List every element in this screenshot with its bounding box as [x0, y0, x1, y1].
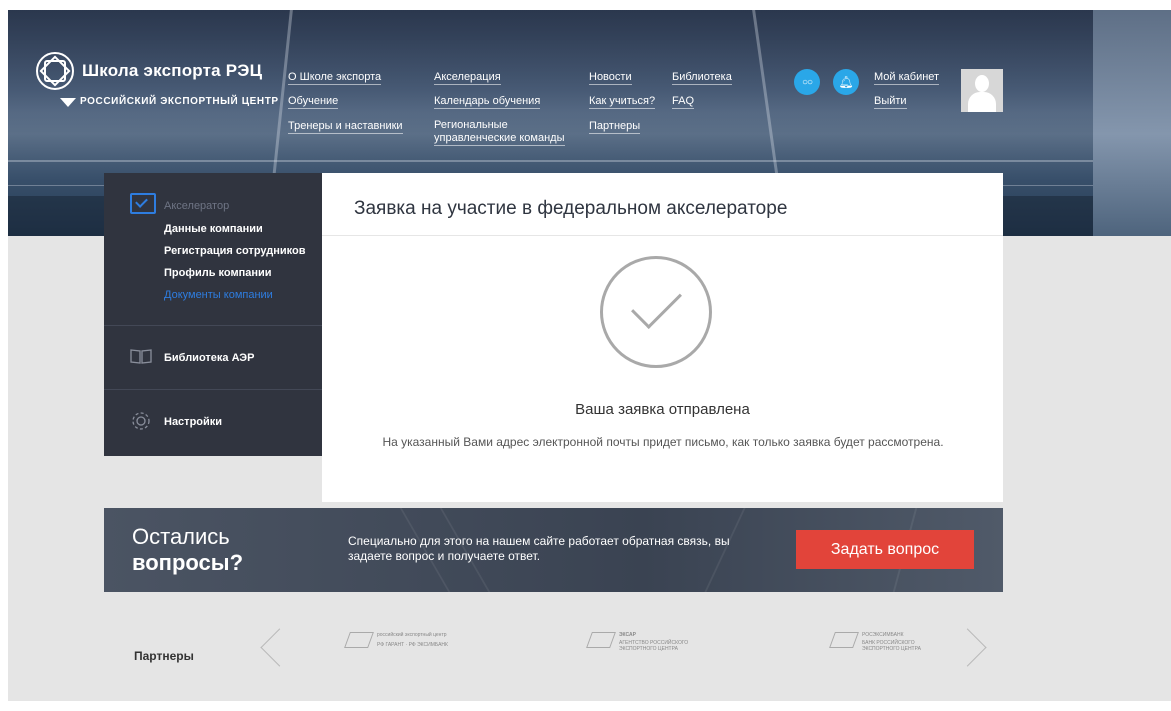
nav-trainers[interactable]: Тренеры и наставники	[288, 119, 403, 134]
nav-regional-teams[interactable]: Региональные управленческие команды	[434, 119, 565, 146]
partner-exiar-mark	[586, 632, 616, 648]
checkbox-icon	[130, 193, 156, 214]
avatar[interactable]	[961, 69, 1003, 112]
questions-text: Специально для этого на нашем сайте рабо…	[348, 534, 730, 563]
glasses-button[interactable]: ○○	[794, 69, 820, 95]
book-icon	[130, 349, 152, 364]
partner-rec-mark	[344, 632, 374, 648]
sidebar-item-employee-registration[interactable]: Регистрация сотрудников	[164, 245, 305, 257]
nav-library[interactable]: Библиотека	[672, 70, 732, 85]
partner-rec-sub: РФ ГАРАНТ · РФ ЭКСИМБАНК	[377, 642, 448, 648]
nav-about[interactable]: О Школе экспорта	[288, 70, 382, 85]
nav-partners[interactable]: Партнеры	[589, 119, 641, 134]
sidebar-item-company-data[interactable]: Данные компании	[164, 223, 263, 235]
notifications-button[interactable]: 🔔︎	[833, 69, 859, 95]
status-title: Ваша заявка отправлена	[575, 401, 750, 418]
page-title: Заявка на участие в федеральном акселера…	[354, 198, 788, 219]
success-check-icon	[600, 256, 712, 368]
partner-logo-rec[interactable]: российский экспортный центр РФ ГАРАНТ · …	[344, 632, 448, 672]
header-hero-extension	[1093, 10, 1171, 236]
partner-exiar-sub: АГЕНТСТВО РОССИЙСКОГО ЭКСПОРТНОГО ЦЕНТРА	[619, 640, 689, 652]
sidebar-library-section[interactable]: Библиотека АЭР	[104, 325, 322, 390]
sidebar-settings-section[interactable]: Настройки	[104, 390, 322, 456]
globe-icon	[36, 52, 74, 90]
brand-logo[interactable]: Школа экспорта РЭЦ	[36, 52, 262, 90]
ask-question-button[interactable]: Задать вопрос	[796, 530, 974, 569]
status-text: На указанный Вами адрес электронной почт…	[382, 435, 944, 449]
partners-section: Партнеры российский экспортный центр РФ …	[104, 610, 1003, 700]
brand-subtitle: РОССИЙСКИЙ ЭКСПОРТНЫЙ ЦЕНТР	[80, 96, 279, 107]
account-link[interactable]: Мой кабинет	[874, 70, 940, 85]
nav-calendar[interactable]: Календарь обучения	[434, 94, 541, 109]
nav-regional-teams-line2: управленческие команды	[434, 132, 565, 144]
partner-roseximbank-sub: БАНК РОССИЙСКОГО ЭКСПОРТНОГО ЦЕНТРА	[862, 640, 921, 652]
partners-label: Партнеры	[134, 649, 194, 663]
avatar-body	[968, 92, 996, 112]
sidebar-item-settings[interactable]: Настройки	[164, 416, 222, 428]
chevron-left-icon[interactable]	[260, 628, 299, 667]
nav-news[interactable]: Новости	[589, 70, 632, 85]
sidebar-item-company-documents[interactable]: Документы компании	[164, 289, 273, 301]
partner-logo-exiar[interactable]: ЭКСАР АГЕНТСТВО РОССИЙСКОГО ЭКСПОРТНОГО …	[586, 632, 689, 672]
nav-acceleration[interactable]: Акселерация	[434, 70, 501, 85]
partner-exiar-name: ЭКСАР	[619, 632, 636, 638]
nav-training[interactable]: Обучение	[288, 94, 339, 109]
sidebar-accelerator-section: Акселератор Данные компании Регистрация …	[104, 173, 322, 326]
triangle-icon	[60, 98, 76, 107]
partner-roseximbank-name: РОСЭКСИМБАНК	[862, 632, 904, 638]
bell-icon: 🔔︎	[838, 75, 854, 89]
main-header: Заявка на участие в федеральном акселера…	[322, 173, 1003, 236]
partner-rec-name: российский экспортный центр	[377, 632, 447, 638]
questions-banner: Остались вопросы? Специально для этого н…	[104, 508, 1003, 592]
partner-logo-roseximbank[interactable]: РОСЭКСИМБАНК БАНК РОССИЙСКОГО ЭКСПОРТНОГ…	[829, 632, 932, 672]
sidebar: Акселератор Данные компании Регистрация …	[104, 173, 322, 456]
sidebar-item-library[interactable]: Библиотека АЭР	[164, 352, 254, 364]
sidebar-item-company-profile[interactable]: Профиль компании	[164, 267, 272, 279]
nav-how-to-study[interactable]: Как учиться?	[589, 94, 656, 109]
questions-heading-line2: вопросы?	[132, 550, 244, 575]
glasses-icon: ○○	[801, 76, 813, 88]
partner-roseximbank-mark	[829, 632, 859, 648]
brand-title: Школа экспорта РЭЦ	[82, 61, 263, 80]
sidebar-item-accelerator[interactable]: Акселератор	[164, 200, 229, 212]
chevron-right-icon[interactable]	[948, 628, 987, 667]
main-card: Заявка на участие в федеральном акселера…	[322, 173, 1003, 502]
questions-heading-line1: Остались	[132, 524, 230, 549]
gear-icon	[132, 412, 150, 430]
nav-regional-teams-line1: Региональные	[434, 119, 508, 131]
nav-faq[interactable]: FAQ	[672, 94, 695, 109]
logout-link[interactable]: Выйти	[874, 94, 907, 109]
avatar-head	[975, 75, 989, 92]
